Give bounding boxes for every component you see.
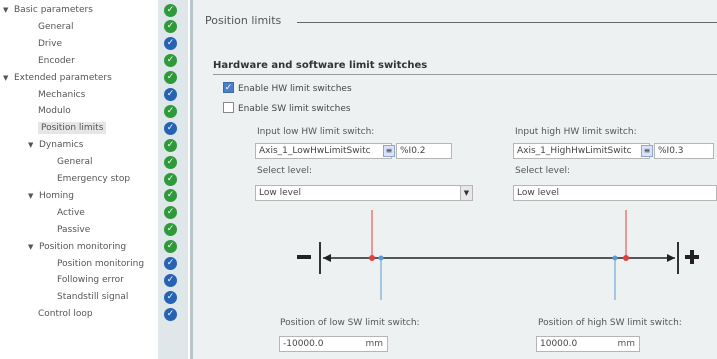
check-circle-icon: ✓ — [164, 273, 177, 287]
axis-arrow-right — [667, 254, 675, 262]
check-circle-icon: ✓ — [164, 206, 177, 220]
sidebar-item[interactable]: Following error — [57, 272, 124, 288]
triangle-down-icon[interactable]: ▼ — [28, 137, 36, 153]
sidebar-item[interactable]: Position monitoring — [57, 256, 144, 272]
check-circle-icon: ✓ — [164, 54, 177, 68]
sidebar-item[interactable]: Control loop — [38, 306, 93, 322]
sidebar-item-label: Dynamics — [39, 140, 84, 151]
sidebar-item-label: Standstill signal — [57, 292, 129, 303]
sidebar-item-label: Emergency stop — [57, 174, 131, 184]
low-sw-label: Position of low SW limit switch: — [280, 318, 420, 328]
sidebar-item[interactable]: ▼ Dynamics — [28, 137, 83, 153]
triangle-down-icon[interactable]: ▼ — [3, 70, 11, 86]
check-circle-icon: ✓ — [164, 307, 177, 321]
check-circle-icon: ✓ — [164, 104, 177, 118]
sidebar-item-label: General — [38, 21, 74, 32]
sidebar-item[interactable]: Active — [57, 205, 85, 221]
check-circle-icon: ✓ — [164, 138, 177, 152]
sidebar-item[interactable]: ▼ Extended parameters — [3, 70, 112, 86]
check-circle-icon: ✓ — [164, 257, 177, 270]
position-limits-panel: Position limits Hardware and software li… — [193, 0, 717, 359]
status-column: ✓ ✓ ✓ ✓ ✓ ✓ ✓ ✓ ✓ ✓ ✓ ✓ ✓ ✓ ✓ ✓ ✓ ✓ ✓ — [158, 0, 188, 359]
axis-arrow-left — [323, 254, 331, 262]
sidebar-item-label: Position limits — [38, 122, 107, 135]
sidebar-item[interactable]: Modulo — [38, 103, 71, 119]
sidebar-item-label: Passive — [57, 224, 91, 235]
sidebar-item[interactable]: Drive — [38, 36, 62, 52]
sidebar-item-label: Modulo — [38, 106, 71, 117]
low-sw-field[interactable]: -10000.0 mm — [279, 336, 388, 352]
check-circle-icon: ✓ — [164, 155, 177, 169]
sidebar-item[interactable]: ▼ Position monitoring — [28, 239, 126, 255]
sidebar-item[interactable]: General — [57, 154, 92, 170]
sidebar-item[interactable]: Position limits — [38, 120, 107, 136]
high-sw-value: 10000.0 — [540, 339, 578, 349]
sidebar-item-label: Active — [57, 207, 85, 218]
sidebar-item[interactable]: Mechanics — [38, 87, 85, 103]
check-circle-icon: ✓ — [164, 240, 177, 254]
limit-switch-diagram — [297, 210, 699, 300]
sidebar-item[interactable]: Emergency stop — [57, 171, 130, 187]
triangle-down-icon[interactable]: ▼ — [3, 2, 11, 18]
check-circle-icon: ✓ — [164, 71, 177, 85]
check-circle-icon: ✓ — [164, 121, 177, 135]
high-sw-field[interactable]: 10000.0 mm — [536, 336, 640, 352]
low-sw-unit: mm — [365, 339, 383, 349]
high-sw-label: Position of high SW limit switch: — [538, 318, 682, 328]
high-sw-unit: mm — [617, 339, 635, 349]
sidebar-item[interactable]: Standstill signal — [57, 289, 128, 305]
check-circle-icon: ✓ — [164, 37, 177, 51]
sidebar-item[interactable]: General — [38, 19, 73, 35]
sidebar-item-label: Mechanics — [38, 89, 86, 100]
check-circle-icon: ✓ — [164, 290, 177, 304]
sidebar-item-label: Drive — [38, 38, 62, 49]
sidebar-item-label: Position monitoring — [39, 241, 127, 252]
check-circle-icon: ✓ — [164, 20, 177, 34]
triangle-down-icon[interactable]: ▼ — [28, 188, 36, 204]
sidebar-item-label: Basic parameters — [14, 5, 93, 15]
sidebar-item[interactable]: ▼ Basic parameters — [3, 2, 93, 18]
sidebar-item-label: Control loop — [38, 309, 93, 320]
sidebar-item[interactable]: Encoder — [38, 53, 75, 69]
check-circle-icon: ✓ — [164, 172, 177, 186]
sidebar-item-label: Encoder — [38, 55, 75, 66]
check-circle-icon: ✓ — [164, 223, 177, 237]
sidebar-item-label: Extended parameters — [14, 72, 112, 83]
sidebar-item[interactable]: ▼ Homing — [28, 188, 74, 204]
check-circle-icon: ✓ — [164, 88, 177, 101]
triangle-down-icon[interactable]: ▼ — [28, 239, 36, 255]
check-circle-icon: ✓ — [164, 3, 177, 17]
minus-icon — [297, 255, 311, 259]
sidebar-item[interactable]: Passive — [57, 222, 90, 238]
sidebar-item-label: Following error — [57, 275, 124, 286]
sidebar-item-label: General — [57, 157, 93, 168]
sidebar-item-label: Homing — [39, 190, 74, 201]
check-circle-icon: ✓ — [164, 189, 177, 203]
low-sw-value: -10000.0 — [283, 339, 324, 349]
sidebar-item-label: Position monitoring — [57, 258, 145, 269]
